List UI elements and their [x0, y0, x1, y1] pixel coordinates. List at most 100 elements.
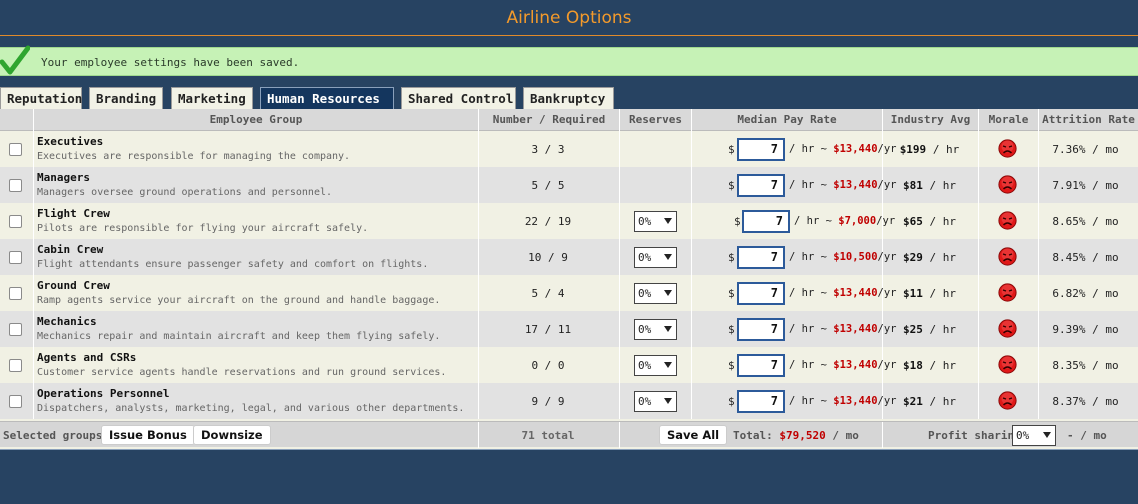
unhappy-face-icon	[998, 283, 1017, 302]
number-required: 22 / 19	[524, 215, 572, 228]
reserves-value: 0%	[638, 251, 652, 264]
pay-rate-input[interactable]: 7	[737, 390, 785, 413]
tab-bankruptcy[interactable]: Bankruptcy	[523, 87, 614, 109]
group-description: Ramp agents service your aircraft on the…	[37, 295, 441, 306]
reserves-select[interactable]: 0%	[634, 247, 677, 268]
industry-average: $21 / hr	[882, 395, 977, 408]
row-checkbox[interactable]	[9, 143, 22, 156]
tab-shared-control[interactable]: Shared Control	[401, 87, 516, 109]
group-name: Executives	[37, 135, 104, 148]
industry-value: $29	[903, 251, 923, 264]
group-description: Dispatchers, analysts, marketing, legal,…	[37, 403, 465, 414]
dollar-sign: $	[734, 215, 741, 228]
industry-average: $11 / hr	[882, 287, 977, 300]
row-checkbox[interactable]	[9, 179, 22, 192]
row-checkbox[interactable]	[9, 251, 22, 264]
group-description: Mechanics repair and maintain aircraft a…	[37, 331, 441, 342]
group-name: Mechanics	[37, 315, 97, 328]
dollar-sign: $	[728, 323, 735, 336]
chevron-down-icon	[664, 326, 672, 332]
table-row: Mechanics Mechanics repair and maintain …	[0, 311, 1138, 347]
per-hour-label: / hr ~	[789, 179, 827, 191]
group-name: Cabin Crew	[37, 243, 104, 256]
issue-bonus-button[interactable]: Issue Bonus	[101, 425, 195, 445]
downsize-button[interactable]: Downsize	[193, 425, 271, 445]
industry-unit: / hr	[929, 395, 957, 408]
checkmark-icon	[0, 45, 30, 75]
attrition-rate: 9.39% / mo	[1052, 323, 1119, 336]
table-footer: Selected groups: Issue Bonus Downsize 71…	[0, 421, 1138, 448]
pay-rate-input[interactable]: 7	[737, 354, 785, 377]
tab-reputation[interactable]: Reputation	[0, 87, 82, 109]
reserves-select[interactable]: 0%	[634, 319, 677, 340]
per-hour-label: / hr ~	[789, 287, 827, 299]
row-checkbox[interactable]	[9, 215, 22, 228]
header-morale: Morale	[978, 109, 1038, 131]
dollar-sign: $	[728, 395, 735, 408]
yearly-value: $13,440	[833, 395, 878, 407]
pay-yearly: / hr ~ $13,440/yr	[789, 143, 897, 155]
pay-rate-input[interactable]: 7	[737, 282, 785, 305]
pay-rate-input[interactable]: 7	[742, 210, 790, 233]
reserves-select[interactable]: 0%	[634, 211, 677, 232]
tab-marketing[interactable]: Marketing	[171, 87, 253, 109]
row-checkbox[interactable]	[9, 323, 22, 336]
chevron-down-icon	[664, 254, 672, 260]
profit-sharing-result: - / mo	[1067, 429, 1107, 442]
tab-branding[interactable]: Branding	[89, 87, 163, 109]
row-checkbox[interactable]	[9, 359, 22, 372]
pay-rate-input[interactable]: 7	[737, 318, 785, 341]
header-employee-group: Employee Group	[33, 109, 478, 131]
reserves-value: 0%	[638, 287, 652, 300]
profit-sharing-select[interactable]: 0%	[1012, 425, 1056, 446]
industry-average: $65 / hr	[882, 215, 977, 228]
table-row: Cabin Crew Flight attendants ensure pass…	[0, 239, 1138, 275]
table-row: Ground Crew Ramp agents service your air…	[0, 275, 1138, 311]
reserves-value: 0%	[638, 215, 652, 228]
yearly-value: $13,440	[833, 359, 878, 371]
pay-rate-input[interactable]: 7	[737, 138, 785, 161]
reserves-select[interactable]: 0%	[634, 391, 677, 412]
industry-value: $25	[903, 323, 923, 336]
group-description: Pilots are responsible for flying your a…	[37, 223, 369, 234]
row-checkbox[interactable]	[9, 287, 22, 300]
chevron-down-icon	[664, 362, 672, 368]
industry-value: $18	[903, 359, 923, 372]
pay-yearly: / hr ~ $13,440/yr	[789, 359, 897, 371]
notice-message: Your employee settings have been saved.	[41, 56, 300, 69]
total-employees: 71 total	[521, 429, 575, 442]
dollar-sign: $	[728, 179, 735, 192]
row-checkbox[interactable]	[9, 395, 22, 408]
group-description: Executives are responsible for managing …	[37, 151, 351, 162]
group-description: Customer service agents handle reservati…	[37, 367, 447, 378]
table-row: Flight Crew Pilots are responsible for f…	[0, 203, 1138, 239]
header-reserves: Reserves	[619, 109, 691, 131]
total-value: $79,520	[779, 429, 826, 442]
industry-unit: / hr	[932, 143, 960, 156]
per-hour-label: / hr ~	[789, 395, 827, 407]
number-required: 0 / 0	[531, 359, 565, 372]
yearly-value: $7,000	[838, 215, 877, 227]
number-required: 5 / 5	[531, 179, 565, 192]
reserves-select[interactable]: 0%	[634, 283, 677, 304]
header-pay-rate: Median Pay Rate	[691, 109, 882, 131]
total-label: Total:	[733, 429, 773, 442]
chevron-down-icon	[664, 398, 672, 404]
pay-rate-input[interactable]: 7	[737, 174, 785, 197]
yearly-value: $13,440	[833, 323, 878, 335]
total-payroll: Total: $79,520 / mo	[733, 429, 859, 442]
tab-human-resources[interactable]: Human Resources	[260, 87, 394, 109]
pay-yearly: / hr ~ $13,440/yr	[789, 179, 897, 191]
attrition-rate: 8.37% / mo	[1052, 395, 1119, 408]
pay-rate-input[interactable]: 7	[737, 246, 785, 269]
industry-average: $25 / hr	[882, 323, 977, 336]
table-row: Operations Personnel Dispatchers, analys…	[0, 383, 1138, 419]
industry-value: $65	[903, 215, 923, 228]
save-all-button[interactable]: Save All	[659, 425, 728, 445]
unhappy-face-icon	[998, 319, 1017, 338]
attrition-rate: 6.82% / mo	[1052, 287, 1119, 300]
page-title: Airline Options	[506, 8, 632, 28]
reserves-select[interactable]: 0%	[634, 355, 677, 376]
industry-average: $199 / hr	[882, 143, 977, 156]
unhappy-face-icon	[998, 175, 1017, 194]
